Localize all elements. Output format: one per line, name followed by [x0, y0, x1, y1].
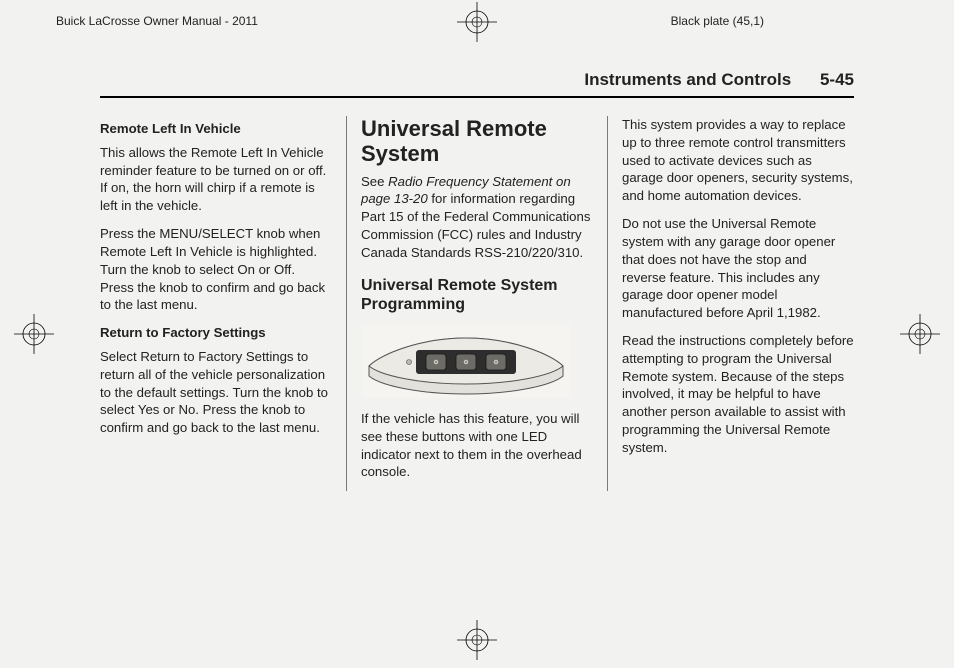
column-3: This system provides a way to replace up… [608, 116, 854, 491]
col1-para-1: This allows the Remote Left In Vehicle r… [100, 144, 332, 215]
col3-para-2: Do not use the Universal Remote system w… [622, 215, 854, 322]
reg-mark-right-icon [900, 314, 940, 354]
header-rule [100, 96, 854, 98]
col2-para-after-image: If the vehicle has this feature, you wil… [361, 410, 593, 481]
running-header: Instruments and Controls 5-45 [584, 70, 854, 90]
col2-see-ref: See Radio Frequency Statement on page 13… [361, 173, 593, 262]
col2-subheading-programming: Universal Remote System Programming [361, 276, 593, 314]
section-title: Instruments and Controls [584, 70, 791, 89]
print-meta-left: Buick LaCrosse Owner Manual - 2011 [56, 14, 258, 28]
col1-heading-return-factory: Return to Factory Settings [100, 324, 332, 342]
page-frame: Instruments and Controls 5-45 Remote Lef… [100, 70, 854, 598]
col1-para-2: Press the MENU/SELECT knob when Remote L… [100, 225, 332, 314]
page-number: 5-45 [820, 70, 854, 89]
reg-mark-left-icon [14, 314, 54, 354]
col1-para-3: Select Return to Factory Settings to ret… [100, 348, 332, 437]
print-meta-right: Black plate (45,1) [671, 14, 764, 28]
column-1: Remote Left In Vehicle This allows the R… [100, 116, 346, 491]
col3-para-1: This system provides a way to replace up… [622, 116, 854, 205]
universal-remote-illustration [361, 324, 571, 398]
column-2: Universal Remote System See Radio Freque… [346, 116, 608, 491]
col2-see-pre: See [361, 174, 388, 189]
text-columns: Remote Left In Vehicle This allows the R… [100, 116, 854, 491]
print-meta-bar: Buick LaCrosse Owner Manual - 2011 Black… [0, 10, 954, 40]
col3-para-3: Read the instructions completely before … [622, 332, 854, 457]
col2-title-universal-remote: Universal Remote System [361, 116, 593, 167]
reg-mark-bottom-icon [457, 620, 497, 660]
col1-heading-remote-left: Remote Left In Vehicle [100, 120, 332, 138]
